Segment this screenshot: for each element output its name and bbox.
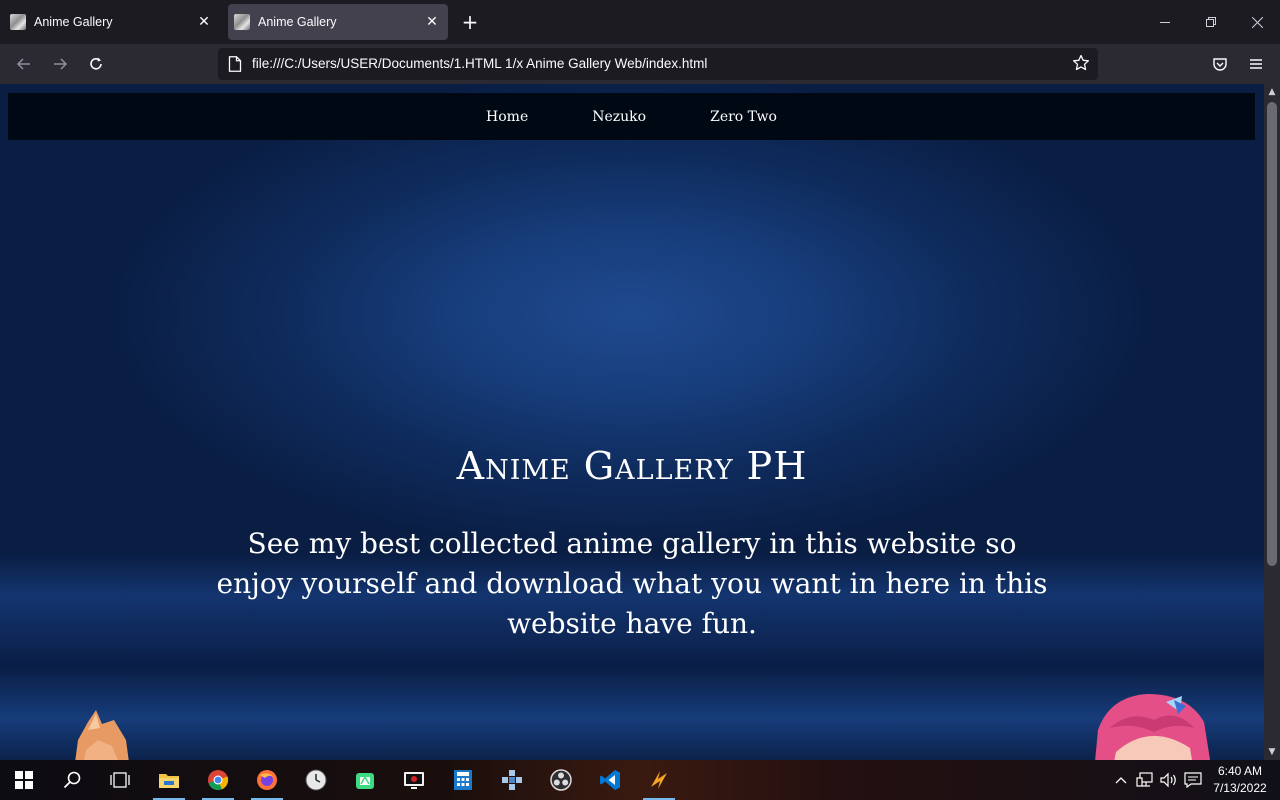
hero-text: See my best collected anime gallery in t… xyxy=(216,527,1048,640)
task-view-icon[interactable] xyxy=(96,760,144,800)
scrollbar-thumb[interactable] xyxy=(1267,102,1277,566)
vscode-icon[interactable] xyxy=(586,760,634,800)
clock-date: 7/13/2022 xyxy=(1213,781,1267,795)
page-viewport: Home Nezuko Zero Two Anime Gallery PH Se… xyxy=(0,84,1264,760)
site-navbar: Home Nezuko Zero Two xyxy=(8,93,1255,140)
browser-tab-active[interactable]: Anime Gallery ✕ xyxy=(228,4,448,40)
new-tab-icon[interactable]: + xyxy=(458,10,482,34)
browser-toolbar: file:///C:/Users/USER/Documents/1.HTML 1… xyxy=(0,44,1280,84)
forward-icon[interactable] xyxy=(46,50,74,78)
tray-chevron-up-icon[interactable] xyxy=(1110,760,1132,800)
minimize-icon[interactable] xyxy=(1142,6,1188,38)
hero-title: Anime Gallery PH xyxy=(456,444,808,488)
firefox-icon[interactable] xyxy=(243,760,291,800)
page-scrollbar[interactable]: ▲ ▼ xyxy=(1264,84,1280,760)
clock-app-icon[interactable] xyxy=(292,760,340,800)
winamp-icon[interactable] xyxy=(635,760,683,800)
volume-icon[interactable] xyxy=(1158,760,1180,800)
scroll-up-icon[interactable]: ▲ xyxy=(1264,84,1280,100)
windows-taskbar: 6:40 AM 7/13/2022 xyxy=(0,760,1280,800)
network-icon[interactable] xyxy=(1134,760,1156,800)
close-window-icon[interactable] xyxy=(1234,6,1280,38)
obs-icon[interactable] xyxy=(537,760,585,800)
anime-character-right-image xyxy=(1095,694,1211,760)
ppsspp-icon[interactable] xyxy=(488,760,536,800)
tab-strip: Anime Gallery ✕ Anime Gallery ✕ + xyxy=(0,0,1280,44)
back-icon[interactable] xyxy=(10,50,38,78)
search-icon[interactable] xyxy=(48,760,96,800)
page-icon xyxy=(228,56,242,76)
chrome-icon[interactable] xyxy=(194,760,242,800)
tab-close-icon[interactable]: ✕ xyxy=(420,10,444,34)
nav-link-nezuko[interactable]: Nezuko xyxy=(592,109,646,125)
tab-favicon-icon xyxy=(234,14,250,30)
calculator-icon[interactable] xyxy=(439,760,487,800)
menu-icon[interactable] xyxy=(1242,50,1270,78)
clock-time: 6:40 AM xyxy=(1217,764,1263,778)
restore-icon[interactable] xyxy=(1188,6,1234,38)
browser-tab[interactable]: Anime Gallery ✕ xyxy=(4,4,220,40)
tab-favicon-icon xyxy=(10,14,26,30)
anime-character-left-image xyxy=(75,710,129,760)
start-icon[interactable] xyxy=(0,760,48,800)
reload-icon[interactable] xyxy=(82,50,110,78)
tab-title: Anime Gallery xyxy=(34,15,113,29)
url-text[interactable]: file:///C:/Users/USER/Documents/1.HTML 1… xyxy=(252,56,707,71)
pocket-icon[interactable] xyxy=(1206,50,1234,78)
url-bar[interactable]: file:///C:/Users/USER/Documents/1.HTML 1… xyxy=(218,48,1098,80)
taskbar-clock[interactable]: 6:40 AM 7/13/2022 xyxy=(1204,763,1276,797)
tab-title: Anime Gallery xyxy=(258,15,337,29)
android-studio-icon[interactable] xyxy=(341,760,389,800)
notifications-icon[interactable] xyxy=(1182,760,1204,800)
media-player-icon[interactable] xyxy=(390,760,438,800)
file-explorer-icon[interactable] xyxy=(145,760,193,800)
scroll-down-icon[interactable]: ▼ xyxy=(1264,744,1280,760)
nav-link-zero-two[interactable]: Zero Two xyxy=(710,109,777,125)
tab-close-icon[interactable]: ✕ xyxy=(192,10,216,34)
bookmark-star-icon[interactable] xyxy=(1072,54,1090,76)
nav-link-home[interactable]: Home xyxy=(486,109,528,125)
